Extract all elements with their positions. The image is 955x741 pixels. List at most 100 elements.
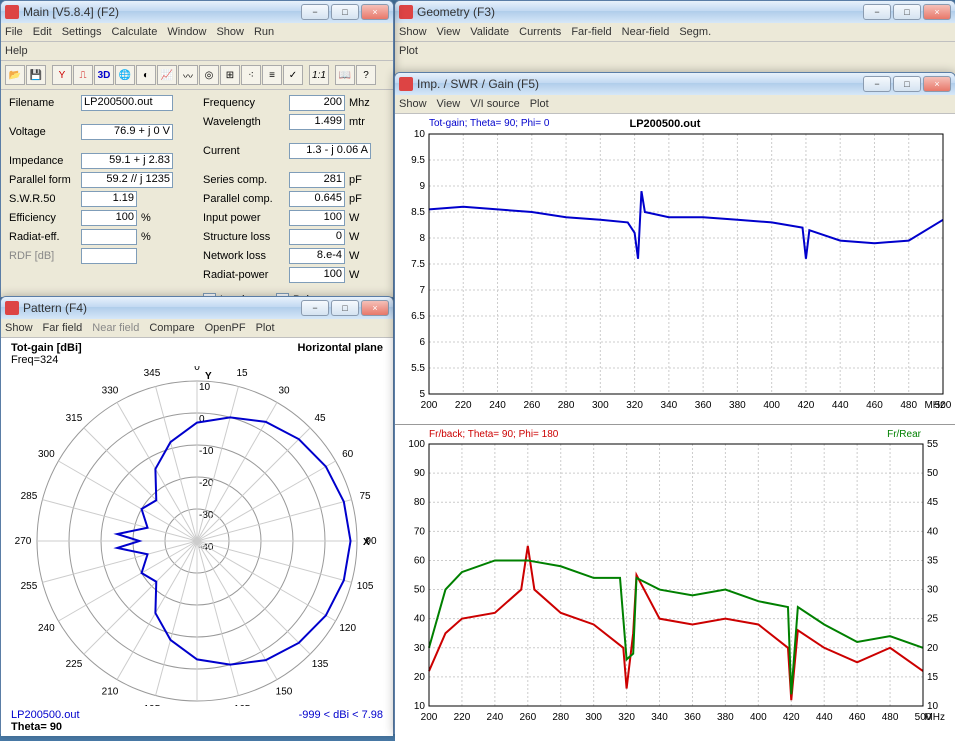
maximize-button[interactable]: □ — [331, 4, 359, 20]
minimize-button[interactable]: − — [863, 4, 891, 20]
pattern-icon[interactable]: 〰 — [178, 65, 198, 85]
maximize-button[interactable]: □ — [893, 4, 921, 20]
svg-text:300: 300 — [585, 712, 602, 723]
menu-nearfield[interactable]: Near-field — [622, 26, 670, 38]
minimize-button[interactable]: − — [863, 76, 891, 92]
menu-openpf[interactable]: OpenPF — [205, 322, 246, 334]
voltage-label: Voltage — [9, 126, 77, 138]
minimize-button[interactable]: − — [301, 4, 329, 20]
close-button[interactable]: × — [923, 4, 951, 20]
svg-text:45: 45 — [314, 413, 326, 424]
chart-icon[interactable]: 📈 — [157, 65, 177, 85]
menu-compare[interactable]: Compare — [149, 322, 194, 334]
freq-label: Frequency — [203, 97, 285, 109]
svg-text:MHz: MHz — [924, 400, 945, 411]
svg-text:330: 330 — [102, 385, 119, 396]
menu-view[interactable]: View — [437, 26, 461, 38]
menu-currents[interactable]: Currents — [519, 26, 561, 38]
rp-field[interactable]: 100 — [289, 267, 345, 283]
gain-bot-svg: 2002202402602803003203403603804004204404… — [399, 440, 951, 726]
menu-show[interactable]: Show — [216, 26, 244, 38]
wire-icon[interactable]: ⎍ — [73, 65, 93, 85]
segments-icon[interactable]: ≡ — [262, 65, 282, 85]
3d-icon[interactable]: 3D — [94, 65, 114, 85]
antenna-icon[interactable]: Y — [52, 65, 72, 85]
close-button[interactable]: × — [361, 4, 389, 20]
rdf-label: RDF [dB] — [9, 250, 77, 262]
sl-field[interactable]: 0 — [289, 229, 345, 245]
gain-top-svg: 55.566.577.588.599.510200220240260280300… — [399, 130, 951, 414]
menu-validate[interactable]: Validate — [470, 26, 509, 38]
svg-text:300: 300 — [38, 449, 55, 460]
globe-icon[interactable]: 🌐 — [115, 65, 135, 85]
svg-text:MHz: MHz — [924, 712, 945, 723]
svg-text:320: 320 — [618, 712, 635, 723]
window-controls: − □ × — [863, 76, 951, 92]
save-icon[interactable]: 💾 — [26, 65, 46, 85]
pattern-window[interactable]: Pattern (F4) − □ × Show Far field Near f… — [0, 296, 394, 734]
main-title: Main [V5.8.4] (F2) — [23, 5, 119, 19]
menu-edit[interactable]: Edit — [33, 26, 52, 38]
maximize-button[interactable]: □ — [331, 300, 359, 316]
geometry-window[interactable]: Geometry (F3) − □ × Show View Validate C… — [394, 0, 955, 82]
svg-text:5: 5 — [419, 389, 425, 400]
pattern-theta: Theta= 90 — [11, 721, 62, 733]
menu-settings[interactable]: Settings — [62, 26, 102, 38]
menu-plot[interactable]: Plot — [530, 98, 549, 110]
gain-titlebar[interactable]: Imp. / SWR / Gain (F5) − □ × — [395, 73, 955, 95]
menu-help[interactable]: Help — [5, 45, 28, 57]
menu-show[interactable]: Show — [5, 322, 33, 334]
menu-calculate[interactable]: Calculate — [111, 26, 157, 38]
voltage-field[interactable]: 76.9 + j 0 V — [81, 124, 173, 140]
maximize-button[interactable]: □ — [893, 76, 921, 92]
eff-field[interactable]: 100 — [81, 210, 137, 226]
swr-field[interactable]: 1.19 — [81, 191, 137, 207]
book-icon[interactable]: 📖 — [335, 65, 355, 85]
pattern-titlebar[interactable]: Pattern (F4) − □ × — [1, 297, 393, 319]
filename-field[interactable]: LP200500.out — [81, 95, 173, 111]
gain-window[interactable]: Imp. / SWR / Gain (F5) − □ × Show View V… — [394, 72, 955, 734]
rp-label: Radiat-power — [203, 269, 285, 281]
nl-field[interactable]: 8.e-4 — [289, 248, 345, 264]
geometry-titlebar[interactable]: Geometry (F3) − □ × — [395, 1, 955, 23]
menu-show[interactable]: Show — [399, 98, 427, 110]
target-icon[interactable]: ◎ — [199, 65, 219, 85]
scale-icon[interactable]: 1:1 — [309, 65, 329, 85]
menu-farfield[interactable]: Far-field — [571, 26, 611, 38]
svg-text:240: 240 — [489, 400, 506, 411]
menu-plot[interactable]: Plot — [399, 45, 418, 57]
parallel-field[interactable]: 59.2 // j 1235 — [81, 172, 173, 188]
curr-field[interactable]: 1.3 - j 0.06 A — [289, 143, 371, 159]
close-button[interactable]: × — [923, 76, 951, 92]
svg-text:315: 315 — [66, 413, 83, 424]
close-button[interactable]: × — [361, 300, 389, 316]
radeff-field[interactable] — [81, 229, 137, 245]
variables-icon[interactable]: ✓ — [283, 65, 303, 85]
menu-run[interactable]: Run — [254, 26, 274, 38]
nl-label: Network loss — [203, 250, 285, 262]
menu-show[interactable]: Show — [399, 26, 427, 38]
scatter-icon[interactable]: ⁖ — [241, 65, 261, 85]
minimize-button[interactable]: − — [301, 300, 329, 316]
menu-view[interactable]: View — [437, 98, 461, 110]
gauge-icon[interactable]: ◐ — [136, 65, 156, 85]
menu-visource[interactable]: V/I source — [470, 98, 520, 110]
ip-field[interactable]: 100 — [289, 210, 345, 226]
grid-icon[interactable]: ⊞ — [220, 65, 240, 85]
rdf-field[interactable] — [81, 248, 137, 264]
impedance-field[interactable]: 59.1 + j 2.83 — [81, 153, 173, 169]
help-icon[interactable]: ? — [356, 65, 376, 85]
freq-field[interactable]: 200 — [289, 95, 345, 111]
sc-field[interactable]: 281 — [289, 172, 345, 188]
menu-plot[interactable]: Plot — [256, 322, 275, 334]
menu-segm[interactable]: Segm. — [679, 26, 711, 38]
pc-field[interactable]: 0.645 — [289, 191, 345, 207]
menu-window[interactable]: Window — [167, 26, 206, 38]
menu-farfield[interactable]: Far field — [43, 322, 83, 334]
menu-file[interactable]: File — [5, 26, 23, 38]
main-titlebar[interactable]: Main [V5.8.4] (F2) − □ × — [1, 1, 393, 23]
main-window[interactable]: Main [V5.8.4] (F2) − □ × File Edit Setti… — [0, 0, 394, 298]
svg-text:9.5: 9.5 — [411, 155, 425, 166]
wave-field[interactable]: 1.499 — [289, 114, 345, 130]
open-icon[interactable]: 📂 — [5, 65, 25, 85]
